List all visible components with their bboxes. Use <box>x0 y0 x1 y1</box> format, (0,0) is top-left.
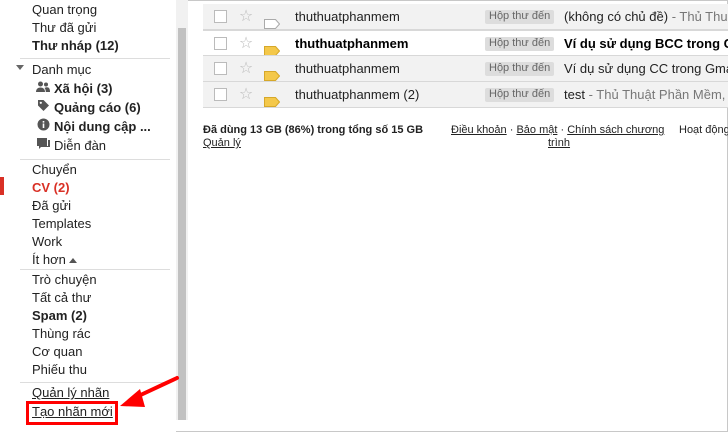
star-icon[interactable]: ☆ <box>238 31 254 55</box>
label-tag-icon[interactable] <box>264 90 281 107</box>
sidebar-item-da-gui[interactable]: Đã gửi <box>32 197 71 215</box>
sidebar-item-label: Diễn đàn <box>54 138 107 153</box>
caret-down-icon[interactable] <box>16 65 24 70</box>
sidebar-item-forums[interactable]: Diễn đàn <box>36 137 107 155</box>
mail-row[interactable]: ☆ thuthuatphanmem (2) Hộp thư đến test -… <box>203 82 728 108</box>
sidebar-item-all-mail[interactable]: Tất cả thư <box>32 289 91 307</box>
subject-text: (không có chủ đề) <box>564 9 669 24</box>
select-checkbox[interactable] <box>214 88 227 101</box>
mail-subject: Ví dụ sử dụng BCC trong G <box>564 36 728 51</box>
star-icon[interactable]: ☆ <box>238 82 254 107</box>
label-tag-icon[interactable] <box>264 39 281 55</box>
sidebar-item-phieu-thu[interactable]: Phiếu thu <box>32 361 87 379</box>
subject-text: test <box>564 87 585 102</box>
select-checkbox[interactable] <box>214 62 227 75</box>
program-policy-link[interactable]: Chính sách chương <box>567 124 664 136</box>
star-icon[interactable]: ☆ <box>238 4 254 29</box>
mail-sender: thuthuatphanmem <box>295 36 409 51</box>
mail-row[interactable]: ☆ thuthuatphanmem Hộp thư đến Ví dụ sử d… <box>203 30 728 56</box>
sidebar-item-sent[interactable]: Thư đã gửi <box>32 19 96 37</box>
mail-subject: (không có chủ đề) - Thủ Thuật <box>564 4 728 29</box>
chat-icon <box>36 137 50 155</box>
select-checkbox[interactable] <box>214 10 227 23</box>
sidebar-item-drafts[interactable]: Thư nháp (12) <box>32 37 119 55</box>
sidebar-item-templates[interactable]: Templates <box>32 215 91 233</box>
sidebar: Quan trọng Thư đã gửi Thư nháp (12) Danh… <box>0 0 176 432</box>
program-policy-link-cont[interactable]: trình <box>451 137 664 150</box>
label-tag-icon[interactable] <box>264 64 281 81</box>
active-indicator <box>0 177 4 195</box>
sidebar-divider <box>20 58 170 59</box>
mail-snippet: - Thủ Thuật <box>671 9 728 24</box>
sidebar-item-chat[interactable]: Trò chuyện <box>32 271 97 289</box>
sidebar-item-work[interactable]: Work <box>32 233 62 251</box>
sidebar-item-trash[interactable]: Thùng rác <box>32 325 91 343</box>
sidebar-item-social[interactable]: Xã hội (3) <box>36 80 113 98</box>
sidebar-item-cv[interactable]: CV (2) <box>32 179 70 197</box>
manage-storage-link[interactable]: Quản lý <box>203 137 423 150</box>
manage-labels-link[interactable]: Quản lý nhãn <box>32 384 109 402</box>
sidebar-item-label: Quảng cáo (6) <box>54 100 141 115</box>
terms-link[interactable]: Điều khoản <box>451 124 507 136</box>
sidebar-item-less[interactable]: Ít hơn <box>32 251 77 269</box>
mail-row[interactable]: ☆ thuthuatphanmem Hộp thư đến (không có … <box>203 4 728 30</box>
footer-dot: · <box>557 124 568 136</box>
sidebar-item-updates[interactable]: Nội dung cập ... <box>37 118 151 136</box>
mail-snippet: - Thủ Thuật Phần Mềm, <box>584 87 726 102</box>
inbox-badge[interactable]: Hộp thư đến <box>485 37 555 51</box>
tag-icon <box>36 99 50 117</box>
sidebar-item-label: Xã hội (3) <box>54 81 113 96</box>
sidebar-item-co-quan[interactable]: Cơ quan <box>32 343 82 361</box>
privacy-link[interactable]: Bảo mật <box>516 124 557 136</box>
inbox-badge[interactable]: Hộp thư đến <box>485 62 555 76</box>
sidebar-item-important[interactable]: Quan trọng <box>32 1 97 19</box>
label-tag-icon[interactable] <box>264 12 281 29</box>
sidebar-item-chuyen[interactable]: Chuyển <box>32 161 77 179</box>
storage-info: Đã dùng 13 GB (86%) trong tổng số 15 GB … <box>203 124 423 150</box>
mail-subject: test - Thủ Thuật Phần Mềm, <box>564 82 728 107</box>
footer-dot: · <box>506 124 517 136</box>
inbox-badge[interactable]: Hộp thư đến <box>485 88 555 102</box>
mail-sender: thuthuatphanmem (2) <box>295 87 420 102</box>
sidebar-item-label: Nội dung cập ... <box>54 119 151 134</box>
sidebar-scrollbar-thumb[interactable] <box>178 28 186 420</box>
select-checkbox[interactable] <box>214 37 227 50</box>
sidebar-item-promotions[interactable]: Quảng cáo (6) <box>37 99 141 117</box>
mail-subject: Ví dụ sử dụng CC trong Gma <box>564 61 728 76</box>
sidebar-item-spam[interactable]: Spam (2) <box>32 307 87 325</box>
sidebar-divider <box>20 269 170 270</box>
sidebar-divider <box>20 382 170 383</box>
footer-links: Điều khoản · Bảo mật · Chính sách chương… <box>451 124 664 150</box>
mail-sender: thuthuatphanmem <box>295 61 400 76</box>
inbox-badge[interactable]: Hộp thư đến <box>485 10 555 24</box>
mail-row[interactable]: ☆ thuthuatphanmem Hộp thư đến Ví dụ sử d… <box>203 56 728 82</box>
mail-sender: thuthuatphanmem <box>295 9 400 24</box>
people-icon <box>36 80 50 98</box>
highlight-box <box>26 401 118 425</box>
info-icon <box>36 118 50 136</box>
caret-up-icon <box>68 258 77 264</box>
star-icon[interactable]: ☆ <box>238 56 254 81</box>
sidebar-item-categories[interactable]: Danh mục <box>32 61 91 79</box>
activity-text: Hoạt động <box>679 124 728 136</box>
sidebar-item-label: Ít hơn <box>32 252 66 267</box>
storage-usage-text: Đã dùng 13 GB (86%) trong tổng số 15 GB <box>203 124 424 136</box>
sidebar-divider <box>20 159 170 160</box>
